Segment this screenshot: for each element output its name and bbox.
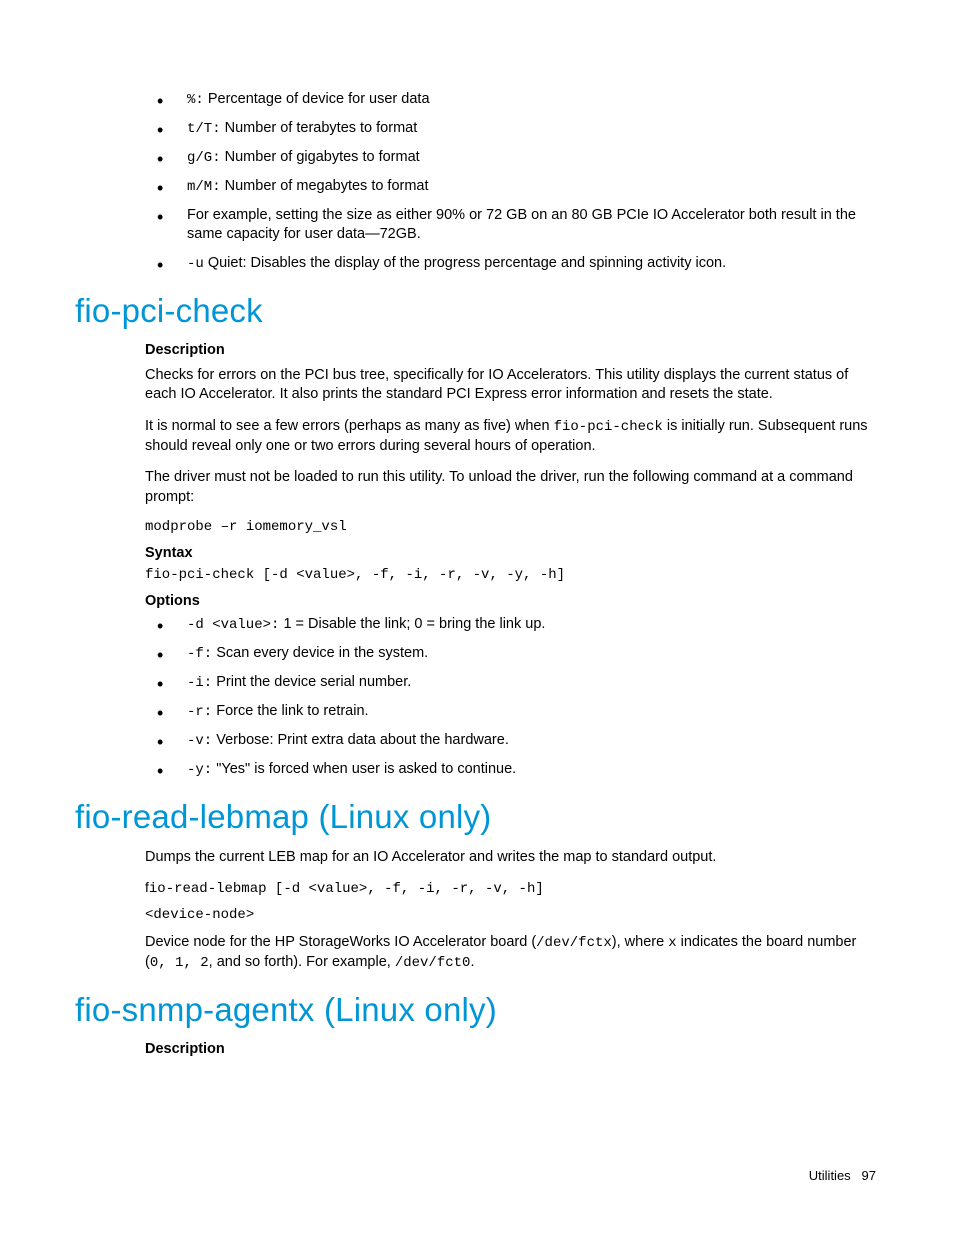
code-token: -u bbox=[187, 256, 204, 272]
paragraph: The driver must not be loaded to run thi… bbox=[145, 468, 879, 507]
section-heading-fio-read-lebmap: fio-read-lebmap (Linux only) bbox=[75, 798, 879, 836]
code-token: /dev/fctx bbox=[536, 935, 612, 951]
list-text: Number of gigabytes to format bbox=[221, 149, 420, 165]
code-line: fio-read-lebmap [-d <value>, -f, -i, -r,… bbox=[145, 879, 879, 897]
list-text: Percentage of device for user data bbox=[204, 91, 430, 107]
sub-heading-syntax: Syntax bbox=[145, 545, 879, 561]
paragraph: Checks for errors on the PCI bus tree, s… bbox=[145, 366, 879, 405]
list-text: Force the link to retrain. bbox=[212, 703, 368, 719]
code-token: -f: bbox=[187, 646, 212, 662]
page-footer: Utilities 97 bbox=[809, 1168, 876, 1183]
list-text: Quiet: Disables the display of the progr… bbox=[204, 255, 726, 271]
section-body: Description Checks for errors on the PCI… bbox=[145, 342, 879, 780]
list-item: m/M: Number of megabytes to format bbox=[145, 177, 879, 197]
list-item: -f: Scan every device in the system. bbox=[145, 644, 879, 664]
code-token: m/M: bbox=[187, 179, 221, 195]
code-line: modprobe –r iomemory_vsl bbox=[145, 519, 879, 535]
section-heading-fio-pci-check: fio-pci-check bbox=[75, 292, 879, 330]
list-item: -i: Print the device serial number. bbox=[145, 673, 879, 693]
page-number: 97 bbox=[862, 1168, 876, 1183]
page-container: %: Percentage of device for user data t/… bbox=[0, 0, 954, 1113]
list-item: -r: Force the link to retrain. bbox=[145, 702, 879, 722]
list-item: t/T: Number of terabytes to format bbox=[145, 119, 879, 139]
code-token: t/T: bbox=[187, 121, 221, 137]
footer-label: Utilities bbox=[809, 1168, 851, 1183]
code-token: 0, 1, 2 bbox=[150, 955, 209, 971]
list-item: -u Quiet: Disables the display of the pr… bbox=[145, 254, 879, 274]
section-body: Description bbox=[145, 1041, 879, 1057]
list-item: %: Percentage of device for user data bbox=[145, 90, 879, 110]
list-text: Verbose: Print extra data about the hard… bbox=[212, 732, 509, 748]
list-item: -v: Verbose: Print extra data about the … bbox=[145, 731, 879, 751]
code-token: -y: bbox=[187, 762, 212, 778]
code-token: x bbox=[668, 935, 676, 951]
code-token: %: bbox=[187, 92, 204, 108]
paragraph: Device node for the HP StorageWorks IO A… bbox=[145, 933, 879, 973]
code-token: -d <value>: bbox=[187, 617, 279, 633]
code-token: g/G: bbox=[187, 150, 221, 166]
code-token: -r: bbox=[187, 704, 212, 720]
code-token: /dev/fct0 bbox=[395, 955, 471, 971]
list-text: For example, setting the size as either … bbox=[187, 207, 856, 243]
list-text: Number of terabytes to format bbox=[221, 120, 418, 136]
sub-heading-options: Options bbox=[145, 593, 879, 609]
list-text: Number of megabytes to format bbox=[221, 178, 429, 194]
section-heading-fio-snmp-agentx: fio-snmp-agentx (Linux only) bbox=[75, 991, 879, 1029]
sub-heading-description: Description bbox=[145, 342, 879, 358]
list-text: Scan every device in the system. bbox=[212, 645, 428, 661]
options-list: -d <value>: 1 = Disable the link; 0 = br… bbox=[145, 615, 879, 779]
paragraph: Dumps the current LEB map for an IO Acce… bbox=[145, 848, 879, 868]
top-bullet-list: %: Percentage of device for user data t/… bbox=[145, 90, 879, 274]
list-item: -d <value>: 1 = Disable the link; 0 = br… bbox=[145, 615, 879, 635]
paragraph: It is normal to see a few errors (perhap… bbox=[145, 417, 879, 456]
list-item: -y: "Yes" is forced when user is asked t… bbox=[145, 760, 879, 780]
list-item: g/G: Number of gigabytes to format bbox=[145, 148, 879, 168]
list-text: Print the device serial number. bbox=[212, 674, 411, 690]
code-line: <device-node> bbox=[145, 907, 879, 923]
list-text: 1 = Disable the link; 0 = bring the link… bbox=[279, 616, 545, 632]
code-token: -v: bbox=[187, 733, 212, 749]
list-item: For example, setting the size as either … bbox=[145, 206, 879, 245]
sub-heading-description: Description bbox=[145, 1041, 879, 1057]
list-text: "Yes" is forced when user is asked to co… bbox=[212, 761, 516, 777]
section-body: Dumps the current LEB map for an IO Acce… bbox=[145, 848, 879, 973]
code-token: fio-pci-check bbox=[554, 419, 663, 435]
code-line: fio-pci-check [-d <value>, -f, -i, -r, -… bbox=[145, 567, 879, 583]
code-token: -i: bbox=[187, 675, 212, 691]
